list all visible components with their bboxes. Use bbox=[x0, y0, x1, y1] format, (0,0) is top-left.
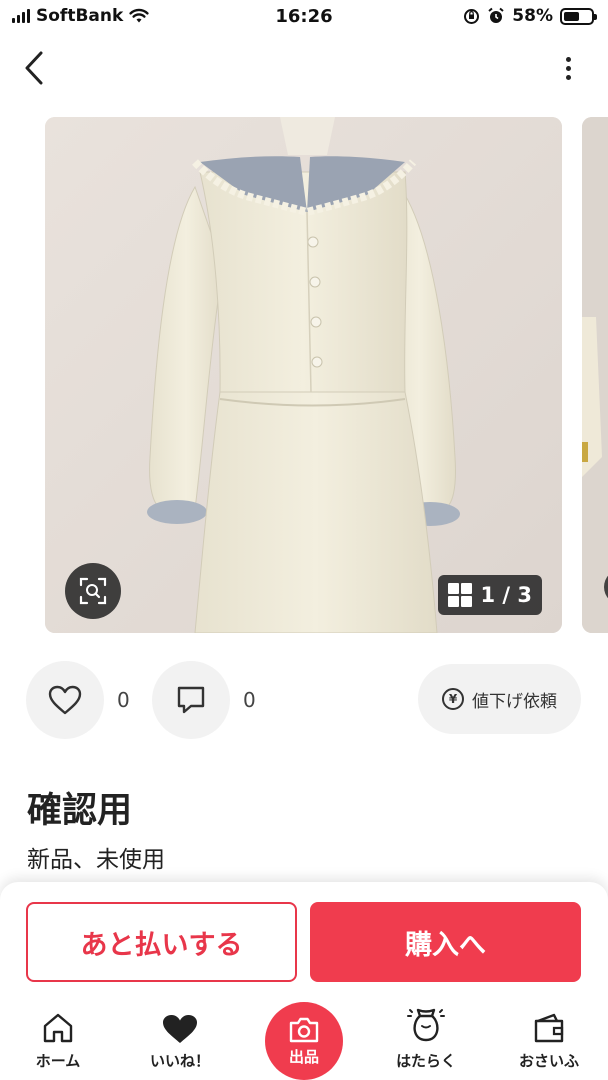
status-bar: SoftBank 16:26 58% bbox=[0, 0, 608, 36]
tab-likes-label: いいね！ bbox=[149, 1052, 210, 1070]
chevron-left-icon bbox=[25, 51, 43, 85]
product-image[interactable]: 1 / 3 bbox=[45, 117, 562, 633]
next-product-image[interactable] bbox=[582, 117, 608, 633]
heart-outline-icon bbox=[48, 685, 82, 715]
back-button[interactable] bbox=[14, 48, 54, 88]
tab-wallet[interactable]: おさいふ bbox=[501, 1004, 597, 1074]
like-count: 0 bbox=[117, 688, 130, 712]
like-button[interactable] bbox=[26, 661, 104, 739]
comment-icon bbox=[177, 686, 205, 714]
home-icon bbox=[43, 1013, 73, 1043]
zoom-button[interactable] bbox=[65, 563, 121, 619]
more-options-button[interactable] bbox=[558, 52, 578, 84]
more-vertical-icon bbox=[565, 56, 571, 62]
tab-work[interactable]: はたらく bbox=[378, 1004, 474, 1074]
tab-wallet-label: おさいふ bbox=[518, 1052, 579, 1070]
battery-fill bbox=[564, 11, 580, 21]
price-down-request-button[interactable]: ¥ 値下げ依頼 bbox=[418, 664, 581, 734]
product-condition: 新品、未使用 bbox=[27, 847, 165, 873]
zoom-scan-icon bbox=[79, 577, 107, 605]
battery-icon bbox=[560, 7, 597, 25]
tab-home[interactable]: ホーム bbox=[10, 1004, 106, 1074]
wallet-icon bbox=[534, 1013, 564, 1043]
comment-button[interactable] bbox=[152, 661, 230, 739]
price-down-label: 値下げ依頼 bbox=[472, 691, 557, 712]
money-bag-icon bbox=[407, 1008, 445, 1042]
buy-button[interactable]: 購入へ bbox=[310, 902, 581, 982]
next-image-thumbnail bbox=[582, 117, 608, 633]
image-counter[interactable]: 1 / 3 bbox=[438, 575, 542, 615]
orientation-lock-icon bbox=[464, 8, 480, 24]
pay-later-button[interactable]: あと払いする bbox=[26, 902, 297, 982]
product-photo bbox=[45, 117, 562, 633]
grid-icon bbox=[448, 583, 473, 607]
alarm-icon bbox=[488, 7, 504, 23]
tab-work-label: はたらく bbox=[396, 1052, 456, 1070]
comment-count: 0 bbox=[243, 688, 256, 712]
yen-icon: ¥ bbox=[442, 688, 464, 710]
image-counter-text: 1 / 3 bbox=[480, 583, 532, 607]
camera-icon bbox=[289, 1017, 319, 1042]
tab-sell[interactable]: 出品 bbox=[265, 1002, 343, 1080]
product-title: 確認用 bbox=[27, 791, 133, 831]
status-right: 58% bbox=[463, 6, 597, 26]
tab-home-label: ホーム bbox=[35, 1052, 81, 1070]
battery-percent: 58% bbox=[512, 6, 553, 26]
heart-icon bbox=[163, 1015, 197, 1043]
tab-likes[interactable]: いいね！ bbox=[132, 1004, 228, 1074]
tab-sell-label: 出品 bbox=[288, 1047, 319, 1066]
